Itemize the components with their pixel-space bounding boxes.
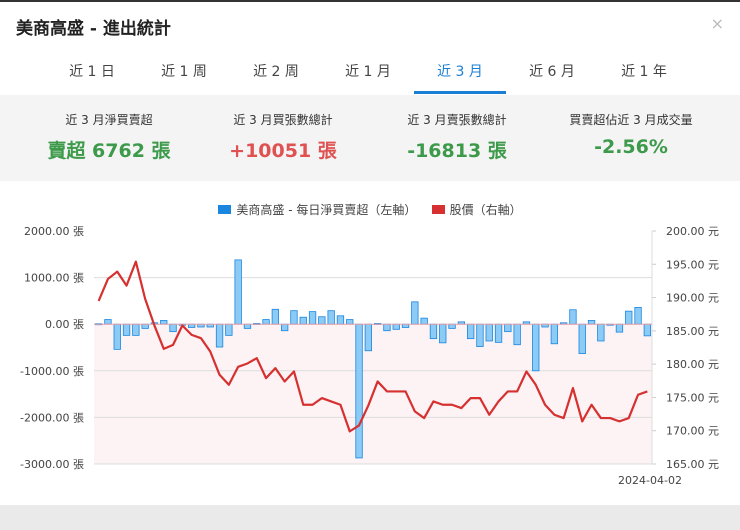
left-tick-label: -1000.00 張 [20, 365, 84, 378]
combo-chart: 美商高盛 - 每日淨買賣超（左軸） 股價（右軸） 2000.00 張 1000.0… [0, 183, 740, 505]
net-bar [476, 323, 484, 347]
close-icon[interactable]: × [711, 14, 724, 33]
net-bar [383, 323, 391, 332]
right-tick-label: 185.00 元 [666, 325, 719, 338]
net-bar [485, 323, 493, 342]
legend-label: 股價（右軸） [449, 203, 522, 217]
net-bar [578, 323, 586, 354]
net-bar [104, 319, 112, 325]
net-bar [411, 301, 419, 325]
net-bar [634, 307, 642, 325]
net-bar [318, 316, 326, 325]
net-bar [625, 310, 633, 325]
stat-sell-total: 近 3 月賣張數總計 -16813 張 [370, 95, 544, 181]
net-bar [643, 323, 652, 337]
stat-label: 近 3 月買張數總計 [233, 113, 333, 127]
net-bar [420, 317, 428, 325]
stat-label: 買賣超佔近 3 月成交量 [569, 113, 693, 127]
legend-swatch [431, 205, 445, 214]
chart-plot: 2000.00 張 1000.00 張 0.00 張 -1000.00 張 -2000.… [20, 225, 719, 487]
net-bar [327, 310, 335, 325]
tab-6m[interactable]: 近 6 月 [506, 56, 598, 94]
net-bar [504, 323, 512, 333]
stats-modal: 美商高盛 - 進出統計 × 近 1 日 近 1 周 近 2 周 近 1 月 近 … [0, 2, 740, 505]
stat-volume-pct: 買賣超佔近 3 月成交量 -2.56% [544, 95, 718, 181]
net-bar [532, 323, 540, 372]
net-bar [169, 323, 177, 333]
legend-item-price[interactable]: 股價（右軸） [431, 203, 522, 217]
right-tick-label: 190.00 元 [666, 292, 719, 305]
chart-legend: 美商高盛 - 每日淨買賣超（左軸） 股價（右軸） [0, 201, 740, 218]
net-bar [225, 323, 233, 336]
net-bar [392, 323, 400, 330]
net-bar [271, 308, 280, 325]
tab-1w[interactable]: 近 1 周 [138, 56, 230, 94]
tab-1y[interactable]: 近 1 年 [598, 56, 690, 94]
stat-label: 近 3 月淨買賣超 [65, 113, 153, 127]
left-tick-label: -2000.00 張 [20, 411, 84, 424]
right-tick-label: 195.00 元 [666, 258, 719, 271]
summary-stats: 近 3 月淨買賣超賣超 6762 張 近 3 月買張數總計 +10051 張 近 … [0, 95, 740, 181]
period-tabs: 近 1 日 近 1 周 近 2 周 近 1 月 近 3 月 近 6 月 近 1 … [46, 56, 690, 94]
net-bar [160, 320, 168, 325]
net-bar [299, 316, 307, 325]
net-bar [355, 323, 363, 459]
net-bar [290, 310, 298, 325]
x-date-label: 2024-04-02 [618, 474, 682, 487]
net-bar [597, 323, 605, 342]
net-bar [243, 323, 252, 329]
stat-value: -16813 張 [407, 140, 507, 162]
left-tick-label: 1000.00 張 [24, 272, 84, 285]
left-tick-label: -3000.00 張 [20, 458, 84, 471]
net-bar [215, 323, 224, 348]
net-bar [113, 323, 121, 350]
net-bar [587, 320, 596, 325]
right-tick-label: 170.00 元 [666, 425, 719, 438]
net-bar [336, 315, 345, 325]
net-bar [466, 323, 475, 340]
net-bar [141, 323, 149, 329]
stat-buy-total: 近 3 月買張數總計 +10051 張 [196, 95, 370, 181]
left-tick-label: 2000.00 張 [24, 225, 84, 238]
net-bar [132, 323, 140, 336]
net-bar [122, 323, 131, 336]
net-bar [615, 323, 624, 333]
net-bar [280, 323, 289, 332]
net-bar [569, 309, 577, 325]
modal-title: 美商高盛 - 進出統計 [16, 19, 171, 39]
right-tick-label: 200.00 元 [666, 225, 719, 238]
stat-value: +10051 張 [229, 140, 337, 162]
stat-value: 賣超 6762 張 [47, 140, 171, 162]
legend-swatch [218, 205, 232, 214]
right-tick-label: 180.00 元 [666, 358, 719, 371]
tab-1m[interactable]: 近 1 月 [322, 56, 414, 94]
modal-footer [0, 505, 740, 530]
net-bar [429, 323, 438, 340]
right-tick-label: 165.00 元 [666, 458, 719, 471]
net-bar [364, 323, 373, 352]
net-bar [262, 319, 270, 325]
stat-value: -2.56% [594, 136, 668, 158]
net-bar [234, 259, 242, 325]
net-bar [513, 323, 521, 346]
tab-2w[interactable]: 近 2 周 [230, 56, 322, 94]
net-bar [448, 323, 456, 329]
tab-1d[interactable]: 近 1 日 [46, 56, 138, 94]
legend-label: 美商高盛 - 每日淨買賣超（左軸） [236, 203, 417, 217]
net-bar [346, 319, 354, 325]
stat-label: 近 3 月賣張數總計 [407, 113, 507, 127]
net-bar [494, 323, 503, 343]
net-bar [439, 323, 447, 344]
stat-net: 近 3 月淨買賣超賣超 6762 張 [22, 95, 196, 181]
net-bar [550, 323, 559, 345]
legend-item-net[interactable]: 美商高盛 - 每日淨買賣超（左軸） [218, 203, 416, 217]
net-bar [308, 311, 317, 325]
left-tick-label: 0.00 張 [45, 318, 84, 331]
tab-3m[interactable]: 近 3 月 [414, 56, 506, 94]
right-tick-label: 175.00 元 [666, 391, 719, 404]
